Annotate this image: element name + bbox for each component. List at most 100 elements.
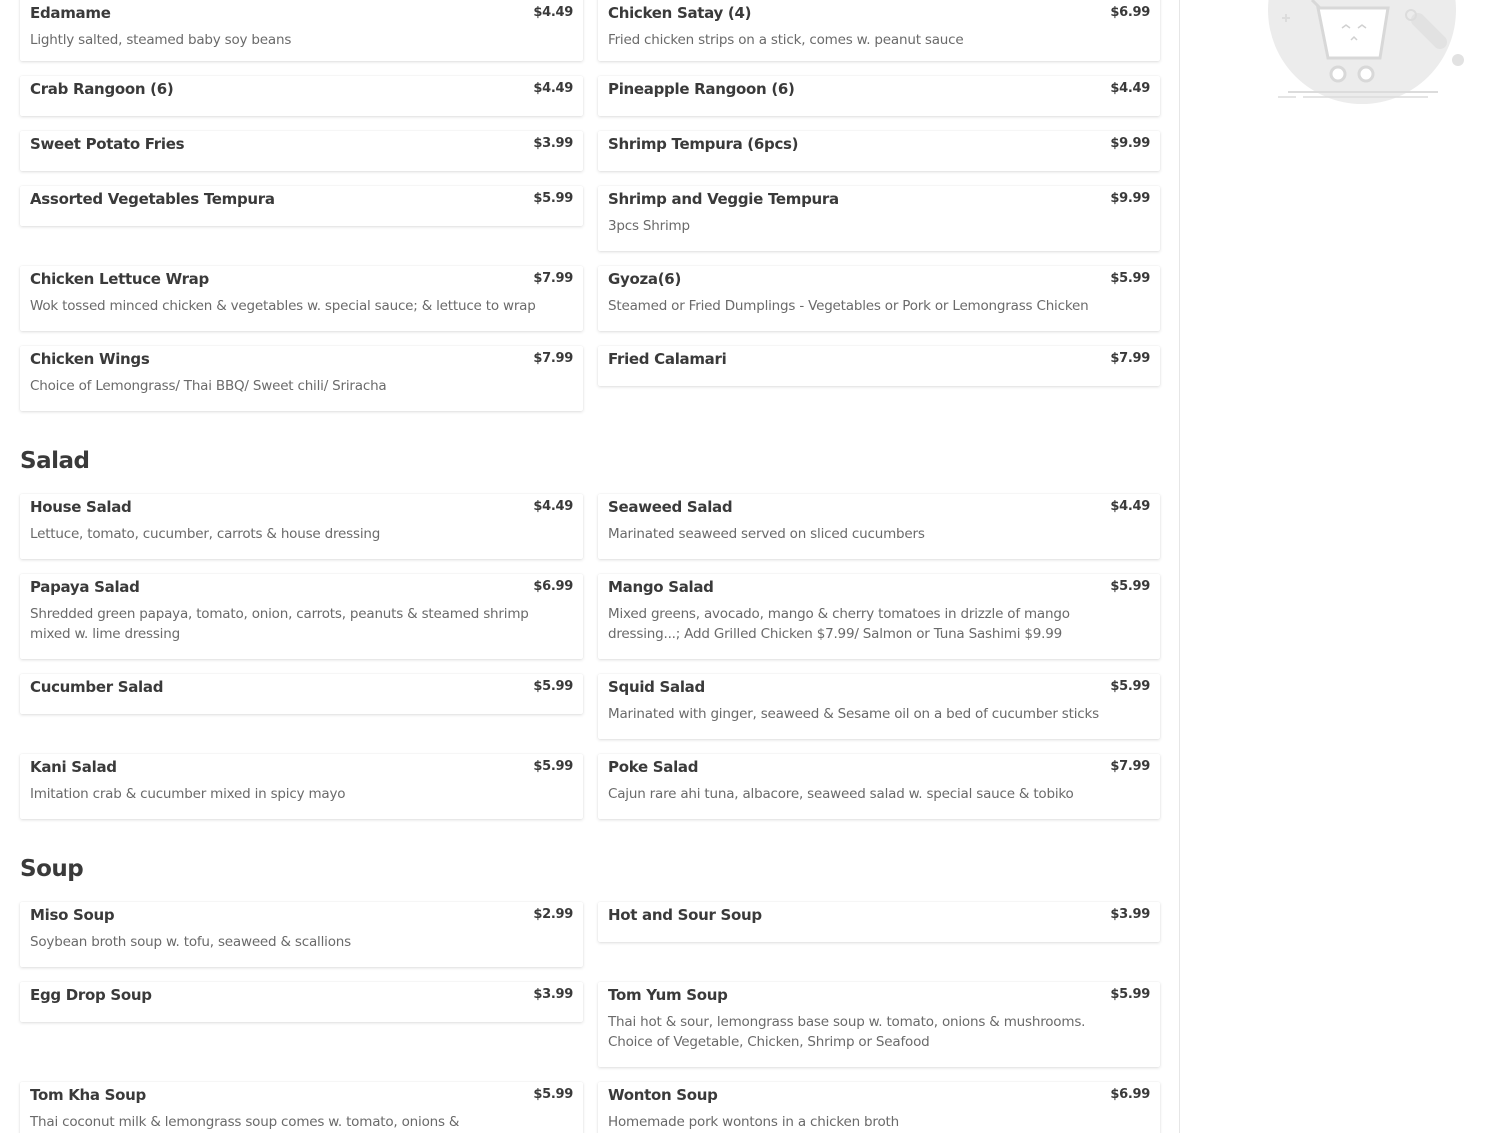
item-name: Cucumber Salad: [30, 678, 164, 696]
item-name: Chicken Wings: [30, 350, 150, 368]
item-price: $5.99: [1110, 987, 1150, 1002]
item-price: $2.99: [533, 907, 573, 922]
item-price: $5.99: [533, 759, 573, 774]
menu-item-card[interactable]: Egg Drop Soup $3.99: [20, 982, 583, 1022]
menu-item-card[interactable]: Chicken Satay (4) $6.99 Fried chicken st…: [598, 0, 1160, 61]
item-name: Mango Salad: [608, 578, 714, 596]
item-price: $7.99: [533, 271, 573, 286]
item-description: Thai hot & sour, lemongrass base soup w.…: [608, 1014, 1086, 1050]
item-name: Hot and Sour Soup: [608, 906, 762, 924]
item-name: Kani Salad: [30, 758, 117, 776]
item-price: $5.99: [533, 191, 573, 206]
item-name: Egg Drop Soup: [30, 986, 152, 1004]
item-name: Miso Soup: [30, 906, 115, 924]
item-price: $5.99: [533, 1087, 573, 1102]
item-price: $3.99: [533, 136, 573, 151]
item-description: Cajun rare ahi tuna, albacore, seaweed s…: [608, 786, 1074, 802]
section-title-salad: Salad: [20, 448, 90, 474]
item-description: Shredded green papaya, tomato, onion, ca…: [30, 606, 529, 642]
item-description: Wok tossed minced chicken & vegetables w…: [30, 298, 536, 314]
item-name: Edamame: [30, 4, 111, 22]
item-price: $5.99: [1110, 579, 1150, 594]
item-name: Papaya Salad: [30, 578, 140, 596]
item-price: $7.99: [1110, 351, 1150, 366]
item-name: Sweet Potato Fries: [30, 135, 185, 153]
item-price: $7.99: [533, 351, 573, 366]
item-description: Marinated with ginger, seaweed & Sesame …: [608, 706, 1099, 722]
menu-item-card[interactable]: Kani Salad $5.99 Imitation crab & cucumb…: [20, 754, 583, 819]
item-price: $9.99: [1110, 136, 1150, 151]
item-description: Lightly salted, steamed baby soy beans: [30, 32, 292, 48]
item-description: Homemade pork wontons in a chicken broth: [608, 1114, 899, 1130]
item-name: Chicken Satay (4): [608, 4, 752, 22]
menu-item-card[interactable]: House Salad $4.49 Lettuce, tomato, cucum…: [20, 494, 583, 559]
section-title-soup: Soup: [20, 856, 84, 882]
menu-item-card[interactable]: Poke Salad $7.99 Cajun rare ahi tuna, al…: [598, 754, 1160, 819]
item-description: Steamed or Fried Dumplings - Vegetables …: [608, 298, 1089, 314]
item-name: Shrimp Tempura (6pcs): [608, 135, 799, 153]
item-price: $5.99: [1110, 271, 1150, 286]
menu-item-card[interactable]: Gyoza(6) $5.99 Steamed or Fried Dumpling…: [598, 266, 1160, 331]
menu-main: Edamame $4.49 Lightly salted, steamed ba…: [0, 0, 1179, 1133]
item-description: Marinated seaweed served on sliced cucum…: [608, 526, 925, 542]
item-name: Tom Kha Soup: [30, 1086, 146, 1104]
item-description: Soybean broth soup w. tofu, seaweed & sc…: [30, 934, 351, 950]
item-price: $5.99: [1110, 679, 1150, 694]
item-name: Crab Rangoon (6): [30, 80, 174, 98]
item-price: $6.99: [1110, 5, 1150, 20]
menu-item-card[interactable]: Assorted Vegetables Tempura $5.99: [20, 186, 583, 226]
item-price: $5.99: [533, 679, 573, 694]
item-description: 3pcs Shrimp: [608, 218, 690, 234]
menu-item-card[interactable]: Shrimp Tempura (6pcs) $9.99: [598, 131, 1160, 171]
menu-item-card[interactable]: Squid Salad $5.99 Marinated with ginger,…: [598, 674, 1160, 739]
menu-item-card[interactable]: Crab Rangoon (6) $4.49: [20, 76, 583, 116]
item-price: $4.49: [533, 499, 573, 514]
item-description: Imitation crab & cucumber mixed in spicy…: [30, 786, 346, 802]
item-price: $4.49: [1110, 81, 1150, 96]
item-price: $6.99: [1110, 1087, 1150, 1102]
item-name: Seaweed Salad: [608, 498, 733, 516]
item-description: Thai coconut milk & lemongrass soup come…: [30, 1114, 460, 1130]
menu-item-card[interactable]: Tom Yum Soup $5.99 Thai hot & sour, lemo…: [598, 982, 1160, 1067]
cart-sidebar: [1179, 0, 1490, 1133]
item-description: Choice of Lemongrass/ Thai BBQ/ Sweet ch…: [30, 378, 387, 394]
item-name: Chicken Lettuce Wrap: [30, 270, 209, 288]
item-price: $3.99: [533, 987, 573, 1002]
item-description: Lettuce, tomato, cucumber, carrots & hou…: [30, 526, 381, 542]
menu-item-card[interactable]: Miso Soup $2.99 Soybean broth soup w. to…: [20, 902, 583, 967]
menu-item-card[interactable]: Chicken Lettuce Wrap $7.99 Wok tossed mi…: [20, 266, 583, 331]
item-price: $7.99: [1110, 759, 1150, 774]
item-description: Mixed greens, avocado, mango & cherry to…: [608, 606, 1070, 642]
menu-item-card[interactable]: Seaweed Salad $4.49 Marinated seaweed se…: [598, 494, 1160, 559]
item-name: Gyoza(6): [608, 270, 681, 288]
menu-item-card[interactable]: Sweet Potato Fries $3.99: [20, 131, 583, 171]
item-price: $3.99: [1110, 907, 1150, 922]
item-description: Fried chicken strips on a stick, comes w…: [608, 32, 964, 48]
item-price: $4.49: [533, 5, 573, 20]
menu-item-card[interactable]: Edamame $4.49 Lightly salted, steamed ba…: [20, 0, 583, 61]
item-price: $9.99: [1110, 191, 1150, 206]
item-name: Tom Yum Soup: [608, 986, 728, 1004]
menu-item-card[interactable]: Hot and Sour Soup $3.99: [598, 902, 1160, 942]
item-name: Pineapple Rangoon (6): [608, 80, 795, 98]
menu-item-card[interactable]: Wonton Soup $6.99 Homemade pork wontons …: [598, 1082, 1160, 1133]
item-name: Fried Calamari: [608, 350, 727, 368]
item-price: $4.49: [533, 81, 573, 96]
item-name: Shrimp and Veggie Tempura: [608, 190, 839, 208]
item-name: House Salad: [30, 498, 132, 516]
menu-item-card[interactable]: Papaya Salad $6.99 Shredded green papaya…: [20, 574, 583, 659]
menu-item-card[interactable]: Pineapple Rangoon (6) $4.49: [598, 76, 1160, 116]
empty-cart-icon: [1268, 0, 1464, 104]
menu-item-card[interactable]: Tom Kha Soup $5.99 Thai coconut milk & l…: [20, 1082, 583, 1133]
item-price: $6.99: [533, 579, 573, 594]
item-name: Poke Salad: [608, 758, 699, 776]
item-name: Squid Salad: [608, 678, 705, 696]
item-price: $4.49: [1110, 499, 1150, 514]
menu-item-card[interactable]: Chicken Wings $7.99 Choice of Lemongrass…: [20, 346, 583, 411]
menu-item-card[interactable]: Mango Salad $5.99 Mixed greens, avocado,…: [598, 574, 1160, 659]
menu-item-card[interactable]: Fried Calamari $7.99: [598, 346, 1160, 386]
item-name: Wonton Soup: [608, 1086, 718, 1104]
item-name: Assorted Vegetables Tempura: [30, 190, 275, 208]
menu-item-card[interactable]: Shrimp and Veggie Tempura $9.99 3pcs Shr…: [598, 186, 1160, 251]
menu-item-card[interactable]: Cucumber Salad $5.99: [20, 674, 583, 714]
